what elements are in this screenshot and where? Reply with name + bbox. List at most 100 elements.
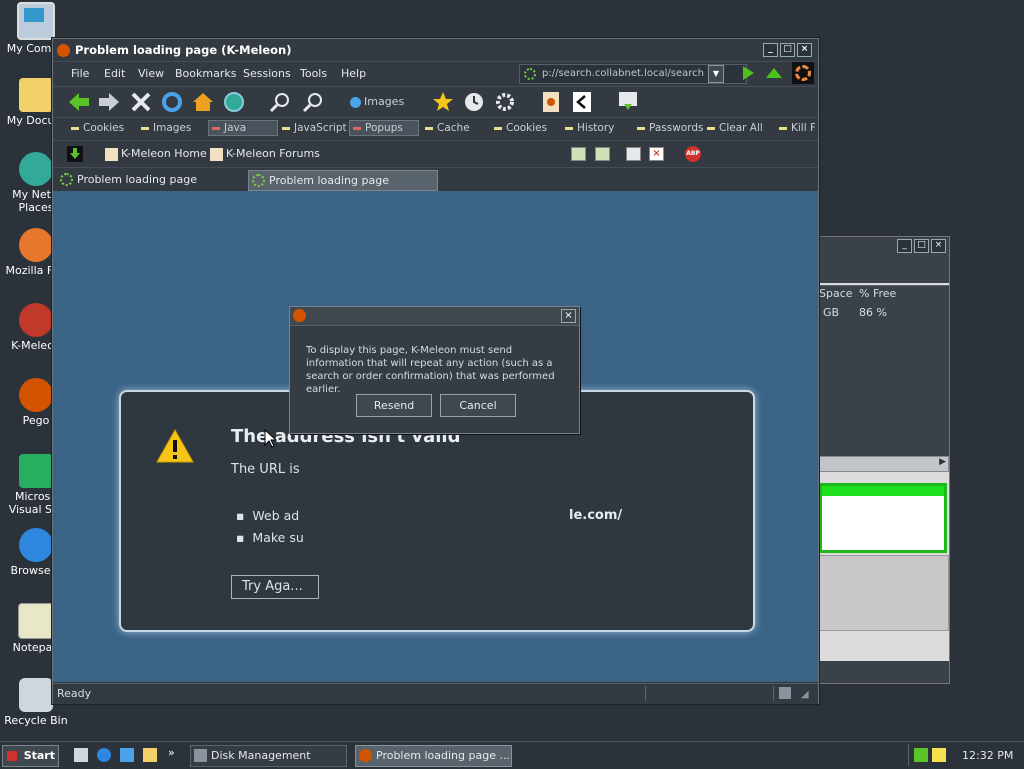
window-titlebar[interactable]: Problem loading page (K-Meleon) _ □ × [53, 39, 818, 61]
menu-bookmarks[interactable]: Bookmarks [175, 67, 236, 80]
pref-passwords[interactable]: Passwords [637, 122, 704, 134]
minimize-icon[interactable]: _ [897, 239, 912, 253]
bullet-text: Make su [252, 530, 304, 545]
pref-label: History [577, 122, 615, 134]
tray-icon[interactable] [932, 748, 946, 762]
globe-icon[interactable] [222, 90, 246, 114]
menu-sessions[interactable]: Sessions [243, 67, 291, 80]
page-content[interactable]: The address isn't valid The URL is ▪ Web… [53, 191, 818, 682]
pref-history[interactable]: History [565, 122, 614, 134]
error-description: The URL is [231, 462, 300, 477]
disk-management-window[interactable]: _ □ × Space % Free GB 86 % ▶ [818, 236, 950, 684]
pref-label: Cookies [83, 122, 125, 134]
tab-label: Problem loading page [77, 173, 197, 186]
close-icon[interactable]: × [561, 309, 576, 323]
menu-view[interactable]: View [138, 67, 164, 80]
menu-bar: File Edit View Bookmarks Sessions Tools … [53, 61, 818, 86]
adblock-icon[interactable]: ABP [685, 146, 701, 162]
bullet-text: Web ad [252, 508, 300, 523]
task-problem-loading[interactable]: Problem loading page ... [355, 745, 512, 767]
resend-dialog[interactable]: × To display this page, K-Meleon must se… [289, 306, 580, 434]
network-tray-icon[interactable] [914, 748, 928, 762]
zoom-out-icon[interactable] [301, 90, 325, 114]
quicklaunch-chevron-icon[interactable]: » [168, 746, 175, 759]
explorer-icon[interactable] [120, 748, 134, 762]
security-icon[interactable] [779, 687, 791, 699]
reload-icon[interactable] [160, 90, 184, 114]
new-tab-icon[interactable] [626, 147, 641, 161]
images-toggle[interactable]: Images [350, 95, 404, 108]
menu-edit[interactable]: Edit [104, 67, 125, 80]
maximize-icon[interactable]: □ [780, 43, 795, 57]
window-titlebar[interactable]: _ □ × [819, 237, 949, 255]
source-icon[interactable] [570, 90, 594, 114]
throbber-icon [792, 62, 814, 84]
task-disk-management[interactable]: Disk Management [190, 745, 347, 767]
pref-cookies-clear[interactable]: Cookies [494, 122, 547, 134]
pref-cookies[interactable]: Cookies [71, 122, 124, 134]
pref-popups[interactable]: Popups [349, 120, 419, 136]
download-icon[interactable] [616, 90, 640, 114]
menu-file[interactable]: File [71, 67, 89, 80]
images-icon [350, 96, 361, 108]
tab-problem-loading-2[interactable]: Problem loading page [248, 170, 438, 191]
start-label: Start [23, 749, 55, 762]
tab-problem-loading-1[interactable]: Problem loading page [57, 170, 257, 189]
star-icon[interactable] [431, 90, 455, 114]
error-bullet-2: ▪ Make su [236, 530, 304, 545]
pref-label: Java [224, 122, 247, 134]
clock[interactable]: 12:32 PM [962, 749, 1013, 762]
status-bar: Ready ◢ [53, 683, 818, 704]
column-header-free[interactable]: % Free [859, 287, 896, 300]
show-desktop-icon[interactable] [74, 748, 88, 762]
go-icon[interactable] [743, 66, 754, 80]
resend-button[interactable]: Resend [356, 394, 432, 417]
search-icon[interactable] [143, 748, 157, 762]
column-header-space[interactable]: Space [819, 287, 853, 300]
home-icon[interactable] [191, 90, 215, 114]
bookmark-kmeleon-forums[interactable]: K-Meleon Forums [210, 147, 320, 161]
forward-icon[interactable] [97, 90, 121, 114]
url-dropdown-icon[interactable]: ▼ [708, 65, 724, 83]
cancel-button[interactable]: Cancel [440, 394, 516, 417]
pref-kill-flash[interactable]: Kill Fl [779, 122, 815, 134]
start-button[interactable]: Start [2, 745, 59, 767]
pref-javascript[interactable]: JavaScript [282, 122, 347, 134]
bookmark-kmeleon-home[interactable]: K-Meleon Home [105, 147, 207, 161]
minimize-icon[interactable]: _ [763, 43, 778, 57]
stop-icon[interactable] [129, 90, 153, 114]
partition-bar [822, 486, 944, 496]
horizontal-scrollbar[interactable]: ▶ [819, 456, 949, 472]
ie-icon[interactable] [97, 748, 111, 762]
page-small-icon[interactable] [595, 147, 610, 161]
page-small-icon[interactable] [571, 147, 586, 161]
visual-studio-icon [19, 454, 53, 488]
gear-icon[interactable] [493, 90, 517, 114]
up-icon[interactable] [766, 68, 782, 78]
menu-help[interactable]: Help [341, 67, 366, 80]
images-label: Images [364, 95, 405, 108]
maximize-icon[interactable]: □ [914, 239, 929, 253]
task-label: Problem loading page ... [376, 749, 510, 762]
back-icon[interactable] [67, 90, 91, 114]
pref-java[interactable]: Java [208, 120, 278, 136]
pref-images[interactable]: Images [141, 122, 191, 134]
pref-label: JavaScript [294, 122, 347, 134]
close-icon[interactable]: × [797, 43, 812, 57]
disk-partition-block[interactable] [819, 483, 947, 553]
page-icon[interactable] [539, 90, 563, 114]
try-again-button[interactable]: Try Aga... [231, 575, 319, 599]
scroll-right-icon[interactable]: ▶ [939, 457, 946, 467]
resize-grip-icon[interactable]: ◢ [801, 689, 809, 700]
dialog-titlebar[interactable]: × [290, 307, 579, 326]
download-arrow-icon[interactable] [67, 146, 83, 162]
pref-clear-all[interactable]: Clear All [707, 122, 763, 134]
close-tab-icon[interactable]: × [649, 147, 664, 161]
close-icon[interactable]: × [931, 239, 946, 253]
zoom-in-icon[interactable] [268, 90, 292, 114]
loading-icon [524, 68, 536, 80]
menu-tools[interactable]: Tools [300, 67, 327, 80]
computer-icon [17, 2, 55, 40]
history-icon[interactable] [462, 90, 486, 114]
pref-cache[interactable]: Cache [425, 122, 470, 134]
